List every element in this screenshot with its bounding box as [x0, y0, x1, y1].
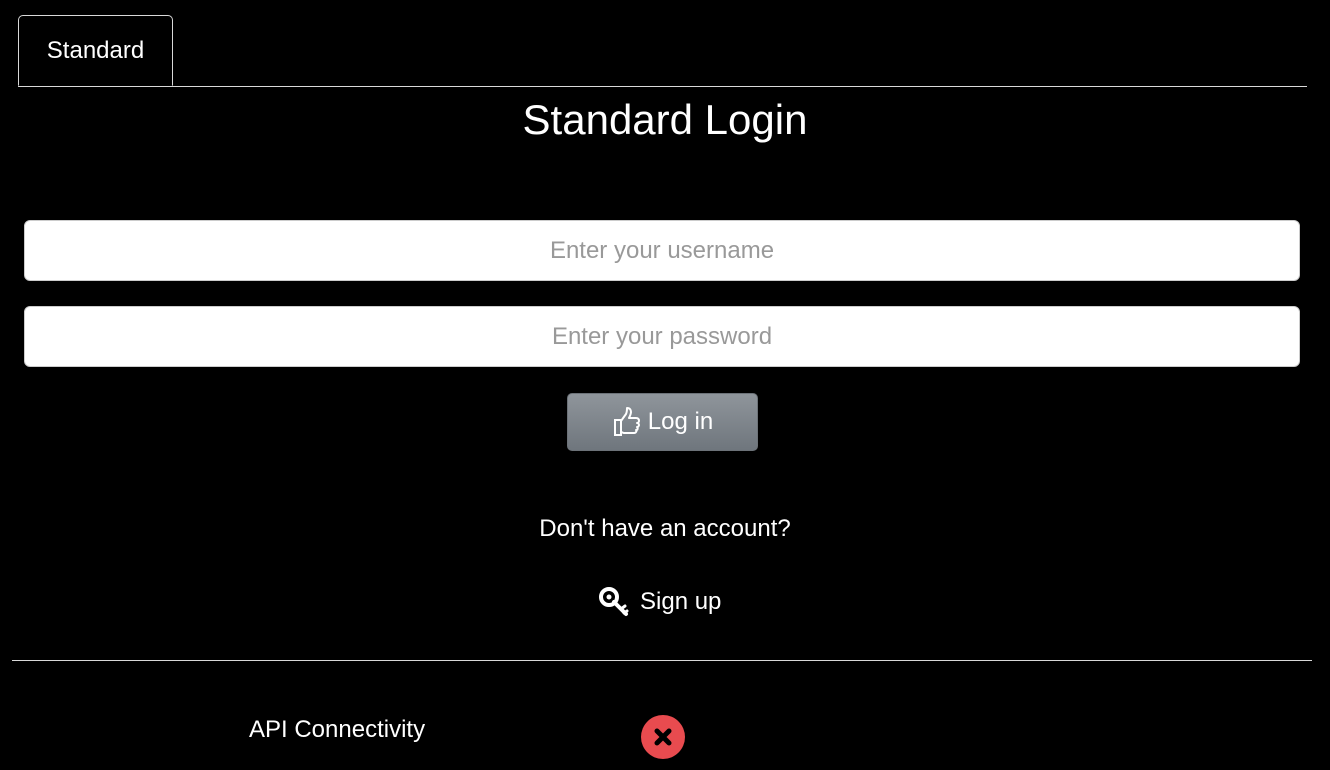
signup-link-label: Sign up [640, 588, 722, 615]
tab-bar: Standard [18, 15, 1307, 87]
username-input[interactable] [24, 220, 1300, 281]
tab-standard[interactable]: Standard [18, 15, 173, 86]
password-input[interactable] [24, 306, 1300, 367]
api-connectivity-label: API Connectivity [249, 716, 426, 743]
login-button[interactable]: Log in [567, 393, 758, 451]
thumbs-up-icon [612, 406, 642, 438]
signup-link[interactable]: Sign up [598, 584, 721, 620]
login-page: Standard Standard Login Log in Don't hav… [0, 0, 1330, 770]
key-icon [598, 586, 632, 618]
error-x-icon [641, 715, 685, 759]
section-divider [12, 660, 1312, 661]
login-button-label: Log in [647, 408, 714, 435]
signup-prompt: Don't have an account? [539, 515, 791, 542]
page-title: Standard Login [522, 96, 808, 143]
tab-bar-divider [18, 86, 1307, 87]
tab-standard-label: Standard [46, 36, 145, 64]
